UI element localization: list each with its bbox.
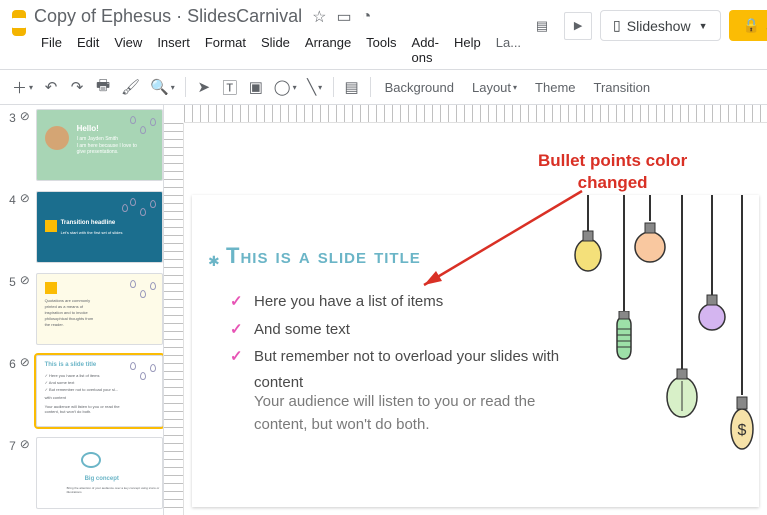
skip-slide-icon: ⊘ <box>20 355 32 369</box>
slideshow-button[interactable]: ▯ Slideshow ▼ <box>600 10 720 41</box>
title-and-menu: Copy of Ephesus · SlidesCarnival ☆ ▭ ◔ F… <box>34 6 528 69</box>
textbox-tool[interactable]: 🅃 <box>218 74 242 100</box>
thumb-slide-selected[interactable]: This is a slide title ✓ Here you have a … <box>36 355 163 427</box>
bullet-item[interactable]: But remember not to overload your slides… <box>254 344 574 395</box>
thumb-number: 7 <box>6 437 16 453</box>
menu-bar: File Edit View Insert Format Slide Arran… <box>34 31 528 69</box>
menu-format[interactable]: Format <box>198 31 253 69</box>
bullet-list[interactable]: Here you have a list of items And some t… <box>254 289 574 397</box>
thumb-number: 5 <box>6 273 16 289</box>
menu-last-edit[interactable]: La... <box>489 31 528 69</box>
menu-arrange[interactable]: Arrange <box>298 31 358 69</box>
menu-edit[interactable]: Edit <box>70 31 106 69</box>
present-mini-icon[interactable]: ▶ <box>564 12 592 40</box>
thumb-text: ✓ Here you have a list of items ✓ And so… <box>45 372 119 401</box>
layout-label: Layout <box>472 80 511 95</box>
bullet-item[interactable]: And some text <box>254 317 574 343</box>
thumb-slide[interactable]: Transition headline Let's start with the… <box>36 191 163 263</box>
line-tool[interactable]: ╲▾ <box>303 74 327 100</box>
app-header: Copy of Ephesus · SlidesCarnival ☆ ▭ ◔ F… <box>0 0 767 69</box>
comments-icon[interactable]: ▤ <box>528 12 556 40</box>
toolbar: ＋▾ ↶ ↷ 🖶 🖌 🔍▾ ➤ 🅃 ▣ ◯▾ ╲▾ ▤ Background L… <box>0 69 767 105</box>
lightbulb-decoration: $ <box>559 195 759 507</box>
move-icon[interactable]: ▭ <box>336 7 351 27</box>
bullet-item[interactable]: Here you have a list of items <box>254 289 574 315</box>
slide-stage[interactable]: ✱ This is a slide title Here you have a … <box>192 195 759 507</box>
workspace: 3 ⊘ Hello! I am Jayden Smith I am here b… <box>0 105 767 515</box>
thumb-text: Hello! <box>77 124 99 133</box>
layout-button[interactable]: Layout▾ <box>464 74 525 100</box>
closing-text[interactable]: Your audience will listen to you or read… <box>254 391 584 436</box>
svg-text:$: $ <box>738 422 747 439</box>
thumbnail-panel: 3 ⊘ Hello! I am Jayden Smith I am here b… <box>0 105 164 515</box>
thumb-number: 3 <box>6 109 16 125</box>
skip-slide-icon: ⊘ <box>20 273 32 287</box>
thumb-text: This is a slide title <box>45 362 97 368</box>
thumb-text: Bring the attention of your audience ove… <box>67 486 162 494</box>
separator <box>185 77 186 97</box>
menu-insert[interactable]: Insert <box>150 31 197 69</box>
print-button[interactable]: 🖶 <box>91 74 115 100</box>
skip-slide-icon: ⊘ <box>20 109 32 123</box>
redo-button[interactable]: ↷ <box>65 74 89 100</box>
share-button[interactable]: 🔒 Share <box>729 10 767 41</box>
thumb-6[interactable]: 6 ⊘ This is a slide title ✓ Here you hav… <box>6 355 163 427</box>
skip-slide-icon: ⊘ <box>20 437 32 451</box>
background-button[interactable]: Background <box>377 74 462 100</box>
thumb-7[interactable]: 7 ⊘ Big concept Bring the attention of y… <box>6 437 163 509</box>
star-icon[interactable]: ☆ <box>312 7 326 27</box>
thumb-number: 6 <box>6 355 16 371</box>
lock-icon: 🔒 <box>743 17 760 34</box>
zoom-button[interactable]: 🔍▾ <box>146 74 179 100</box>
title-accent-icon: ✱ <box>208 253 220 270</box>
thumb-text: I am Jayden Smith I am here because I lo… <box>77 136 137 156</box>
theme-button[interactable]: Theme <box>527 74 583 100</box>
shape-tool[interactable]: ◯▾ <box>270 74 301 100</box>
thumb-4[interactable]: 4 ⊘ Transition headline Let's start with… <box>6 191 163 263</box>
select-tool[interactable]: ➤ <box>192 74 216 100</box>
thumb-5[interactable]: 5 ⊘ Quotations are commonly printed as a… <box>6 273 163 345</box>
chevron-down-icon: ▼ <box>699 21 708 31</box>
slideshow-icon: ▯ <box>613 17 621 34</box>
slides-logo[interactable] <box>12 10 26 36</box>
thumb-slide[interactable]: Hello! I am Jayden Smith I am here becau… <box>36 109 163 181</box>
thumb-text: Your audience will listen to you or read… <box>45 404 120 414</box>
separator <box>370 77 371 97</box>
vertical-ruler[interactable] <box>164 123 184 515</box>
menu-help[interactable]: Help <box>447 31 488 69</box>
thumb-number: 4 <box>6 191 16 207</box>
menu-file[interactable]: File <box>34 31 69 69</box>
undo-button[interactable]: ↶ <box>39 74 63 100</box>
thumb-text: Quotations are commonly printed as a mea… <box>45 298 94 328</box>
cloud-status-icon[interactable]: ◔ <box>362 8 372 26</box>
annotation-text: Bullet points color changed <box>538 150 687 194</box>
menu-tools[interactable]: Tools <box>359 31 403 69</box>
header-right: ▤ ▶ ▯ Slideshow ▼ 🔒 Share <box>528 6 767 41</box>
slide-title[interactable]: This is a slide title <box>226 243 421 269</box>
separator <box>333 77 334 97</box>
menu-addons[interactable]: Add-ons <box>405 31 446 69</box>
horizontal-ruler[interactable] <box>184 105 767 123</box>
slideshow-label: Slideshow <box>627 18 691 34</box>
menu-view[interactable]: View <box>107 31 149 69</box>
thumb-slide[interactable]: Big concept Bring the attention of your … <box>36 437 163 509</box>
thumb-3[interactable]: 3 ⊘ Hello! I am Jayden Smith I am here b… <box>6 109 163 181</box>
skip-slide-icon: ⊘ <box>20 191 32 205</box>
menu-slide[interactable]: Slide <box>254 31 297 69</box>
comment-tool[interactable]: ▤ <box>340 74 364 100</box>
image-tool[interactable]: ▣ <box>244 74 268 100</box>
thumb-text: Transition headline <box>61 220 116 226</box>
thumb-slide[interactable]: Quotations are commonly printed as a mea… <box>36 273 163 345</box>
thumb-text: Let's start with the first set of slides <box>61 230 123 235</box>
document-title[interactable]: Copy of Ephesus · SlidesCarnival <box>34 6 302 27</box>
transition-button[interactable]: Transition <box>586 74 659 100</box>
slide-canvas-area: Bullet points color changed ✱ This is a … <box>164 105 767 515</box>
chevron-down-icon: ▾ <box>513 83 517 92</box>
thumb-text: Big concept <box>85 476 119 482</box>
new-slide-button[interactable]: ＋▾ <box>8 74 37 100</box>
paint-format-button[interactable]: 🖌 <box>117 74 144 100</box>
